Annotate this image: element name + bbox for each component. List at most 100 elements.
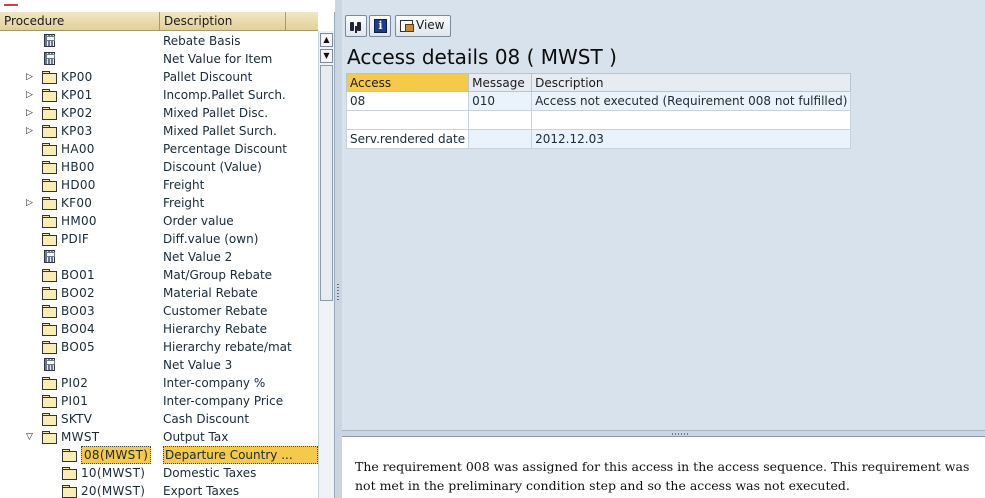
tree-node-procedure[interactable]: HD00	[0, 176, 160, 194]
tree-node-procedure[interactable]	[0, 32, 160, 50]
tree-node-procedure[interactable]: 20(MWST)	[0, 482, 160, 498]
table-row[interactable]: Serv.rendered date 2012.12.03	[345, 129, 852, 149]
splitter-grip[interactable]	[337, 284, 339, 300]
tree-node[interactable]: ▽ MWST Output Tax	[0, 428, 318, 446]
tree-node-procedure[interactable]: PI01	[0, 392, 160, 410]
column-header-message[interactable]: Message	[468, 73, 533, 92]
tree-node-description[interactable]: Rebate Basis	[163, 32, 318, 50]
tree-node-description[interactable]: Mat/Group Rebate	[163, 266, 318, 284]
column-header-access[interactable]: Access	[345, 73, 470, 92]
tree-node-description[interactable]: Material Rebate	[163, 284, 318, 302]
vertical-splitter[interactable]	[335, 0, 342, 498]
message-cell[interactable]	[468, 110, 533, 130]
tree-scrollbar[interactable]: ▲ ▼	[318, 31, 334, 498]
tree-node-procedure[interactable]: ▽ MWST	[0, 428, 160, 446]
column-header-description[interactable]: Description	[531, 73, 852, 92]
scroll-track[interactable]	[320, 301, 333, 496]
scroll-thumb[interactable]	[320, 65, 333, 301]
tree-node[interactable]: HB00 Discount (Value)	[0, 158, 318, 176]
tree-node-description[interactable]: Cash Discount	[163, 410, 318, 428]
message-cell[interactable]	[468, 129, 533, 149]
tree-node-description[interactable]: Pallet Discount	[163, 68, 318, 86]
tree-node[interactable]: BO01 Mat/Group Rebate	[0, 266, 318, 284]
tree-node-procedure[interactable]: PI02	[0, 374, 160, 392]
access-cell[interactable]	[345, 110, 470, 130]
tree-node-procedure[interactable]: ▷ KP02	[0, 104, 160, 122]
tree-node[interactable]: ▷ KP00 Pallet Discount	[0, 68, 318, 86]
tree-node[interactable]: BO05 Hierarchy rebate/mat	[0, 338, 318, 356]
tree-node-procedure[interactable]: BO01	[0, 266, 160, 284]
tree-node[interactable]: Rebate Basis	[0, 32, 318, 50]
tree-node-description[interactable]: Incomp.Pallet Surch.	[163, 86, 318, 104]
tree-node-description[interactable]: Percentage Discount	[163, 140, 318, 158]
tree-node-procedure[interactable]: ▷ KP01	[0, 86, 160, 104]
tree-node-procedure[interactable]: BO04	[0, 320, 160, 338]
access-cell[interactable]: Serv.rendered date	[345, 129, 470, 149]
tree-node[interactable]: PI01 Inter-company Price	[0, 392, 318, 410]
tree-node-description[interactable]: Domestic Taxes	[163, 464, 318, 482]
tree-node-procedure[interactable]	[0, 356, 160, 374]
tree-node-procedure[interactable]: HM00	[0, 212, 160, 230]
splitter-grip[interactable]	[672, 433, 688, 435]
expand-arrow-icon[interactable]: ▷	[26, 125, 36, 137]
access-cell[interactable]: 08	[345, 91, 470, 111]
scroll-down-button[interactable]: ▼	[320, 49, 333, 63]
tree-node[interactable]: Net Value for Item	[0, 50, 318, 68]
tree-node[interactable]: ▷ KF00 Freight	[0, 194, 318, 212]
tree-node-procedure[interactable]: SKTV	[0, 410, 160, 428]
tree-node-procedure[interactable]: ▷ KP00	[0, 68, 160, 86]
tree-node[interactable]: HM00 Order value	[0, 212, 318, 230]
tree-node-procedure[interactable]: HA00	[0, 140, 160, 158]
tree-node-description[interactable]: Discount (Value)	[163, 158, 318, 176]
tree-node[interactable]: ▷ KP01 Incomp.Pallet Surch.	[0, 86, 318, 104]
tree-node-description[interactable]: Net Value 3	[163, 356, 318, 374]
tree-node[interactable]: PI02 Inter-company %	[0, 374, 318, 392]
tree-node[interactable]: ▷ KP02 Mixed Pallet Disc.	[0, 104, 318, 122]
tree-node-procedure[interactable]: ▷ KP03	[0, 122, 160, 140]
message-cell[interactable]: 010	[468, 91, 533, 111]
table-row[interactable]	[345, 110, 852, 130]
tree-node[interactable]: Net Value 3	[0, 356, 318, 374]
tree-node[interactable]: ▷ KP03 Mixed Pallet Surch.	[0, 122, 318, 140]
expand-arrow-icon[interactable]: ▷	[26, 71, 36, 83]
table-row[interactable]: 08 010 Access not executed (Requirement …	[345, 91, 852, 111]
view-button[interactable]: View	[395, 15, 451, 37]
tree-node-description[interactable]: Freight	[163, 176, 318, 194]
tree-node[interactable]: SKTV Cash Discount	[0, 410, 318, 428]
tree-node-procedure[interactable]: 08(MWST)	[0, 446, 160, 464]
find-button[interactable]	[345, 15, 367, 37]
scroll-up-button[interactable]: ▲	[320, 33, 333, 47]
tree-node[interactable]: BO02 Material Rebate	[0, 284, 318, 302]
description-cell[interactable]: 2012.12.03	[531, 129, 852, 149]
expand-arrow-icon[interactable]: ▷	[26, 197, 36, 209]
tree-node-description[interactable]: Export Taxes	[163, 482, 318, 498]
tree-node-description[interactable]: Inter-company Price	[163, 392, 318, 410]
tree-node-description[interactable]: Output Tax	[163, 428, 318, 446]
tree-node-description[interactable]: Net Value 2	[163, 248, 318, 266]
tree-node-description[interactable]: Customer Rebate	[163, 302, 318, 320]
tree-node-description[interactable]: Freight	[163, 194, 318, 212]
tree-node[interactable]: Net Value 2	[0, 248, 318, 266]
tree-node[interactable]: 20(MWST) Export Taxes	[0, 482, 318, 498]
tree-node[interactable]: PDIF Diff.value (own)	[0, 230, 318, 248]
tree-node-description[interactable]: Order value	[163, 212, 318, 230]
expand-arrow-icon[interactable]: ▷	[26, 107, 36, 119]
tree-node-procedure[interactable]: HB00	[0, 158, 160, 176]
tree-node-procedure[interactable]: ▷ KF00	[0, 194, 160, 212]
tree-node-procedure[interactable]: BO03	[0, 302, 160, 320]
tree-node-description[interactable]: Hierarchy rebate/mat	[163, 338, 318, 356]
tree-node[interactable]: BO03 Customer Rebate	[0, 302, 318, 320]
tree-node-procedure[interactable]: BO05	[0, 338, 160, 356]
tree-node[interactable]: HA00 Percentage Discount	[0, 140, 318, 158]
collapse-arrow-icon[interactable]: ▽	[26, 431, 36, 443]
tree-node-description[interactable]: Departure Country ...	[163, 446, 318, 464]
tree-node-description[interactable]: Inter-company %	[163, 374, 318, 392]
tree-node-description[interactable]: Hierarchy Rebate	[163, 320, 318, 338]
tree-node-procedure[interactable]: PDIF	[0, 230, 160, 248]
tree-node-procedure[interactable]	[0, 248, 160, 266]
expand-arrow-icon[interactable]: ▷	[26, 89, 36, 101]
tree-node[interactable]: BO04 Hierarchy Rebate	[0, 320, 318, 338]
column-header-procedure[interactable]: Procedure	[0, 12, 160, 30]
tree-node-description[interactable]: Mixed Pallet Disc.	[163, 104, 318, 122]
tree-node-description[interactable]: Net Value for Item	[163, 50, 318, 68]
